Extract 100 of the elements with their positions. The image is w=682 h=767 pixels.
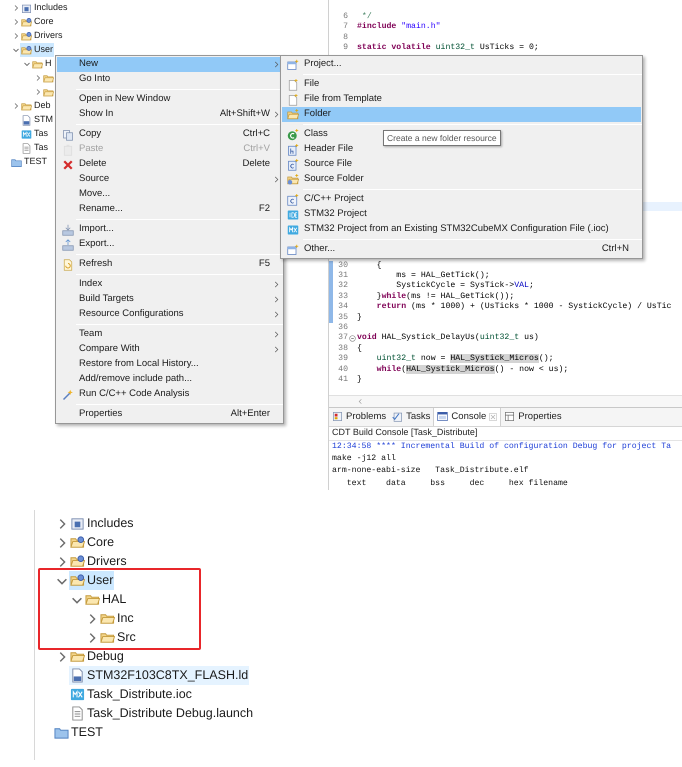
menu-item[interactable]: Header File (304, 142, 354, 157)
expand-chevron-icon[interactable] (12, 102, 20, 110)
code-line: { (357, 344, 362, 353)
folder-icon (43, 72, 54, 84)
tree-item[interactable]: Tas (34, 127, 48, 141)
menu-item[interactable]: Index (79, 277, 102, 292)
menu-item[interactable]: Add/remove include path... (79, 372, 192, 387)
tree-item[interactable]: TEST (71, 723, 103, 742)
menu-item[interactable]: Rename... (79, 202, 123, 217)
tree-item[interactable]: Deb (34, 99, 51, 113)
menu-item[interactable]: New (57, 57, 282, 72)
menu-item[interactable]: Run C/C++ Code Analysis (79, 387, 190, 402)
tree-item[interactable]: Inc (117, 609, 134, 628)
menu-item[interactable]: Copy (79, 127, 102, 142)
cpp-project-icon (287, 194, 299, 206)
menu-item[interactable]: Delete (79, 157, 106, 172)
document-icon (70, 706, 85, 721)
menu-item[interactable]: Build Targets (79, 292, 134, 307)
menu-item[interactable]: Open in New Window (79, 92, 170, 107)
line-number: 40 (337, 366, 348, 374)
fold-toggle-icon (349, 334, 356, 342)
menu-item[interactable]: Source Folder (304, 172, 364, 187)
menu-item[interactable]: C/C++ Project (304, 192, 364, 207)
menu-item[interactable]: Folder (282, 107, 641, 122)
source-folder-icon (70, 535, 85, 550)
class-icon (287, 128, 299, 140)
expand-chevron-icon[interactable] (12, 18, 20, 26)
source-folder-icon (21, 30, 32, 42)
horizontal-scrollbar[interactable] (329, 395, 682, 407)
view-tab[interactable]: Properties (501, 408, 565, 426)
collapse-chevron-icon[interactable] (12, 46, 20, 54)
tree-item[interactable]: Src (117, 628, 136, 647)
copy-icon (62, 128, 74, 140)
shortcut-label: Delete (242, 157, 270, 172)
code-line: } (357, 314, 362, 322)
menu-item[interactable]: Import... (79, 222, 114, 237)
tree-item[interactable]: Includes (87, 514, 134, 533)
menu-item[interactable]: Resource Configurations (79, 307, 184, 322)
magic-wand-icon (62, 388, 74, 400)
folder-icon (21, 100, 32, 112)
tree-item[interactable]: Drivers (34, 29, 62, 43)
view-tab[interactable]: Console (433, 408, 502, 426)
menu-item[interactable]: Move... (79, 187, 110, 202)
collapse-chevron-icon[interactable] (23, 60, 31, 68)
tree-item[interactable]: Task_Distribute.ioc (87, 685, 192, 704)
tree-item[interactable]: Drivers (87, 552, 127, 571)
menu-item[interactable]: Class (304, 127, 328, 142)
menu-item[interactable]: Source (79, 172, 110, 187)
delete-icon (62, 158, 74, 170)
menu-item[interactable]: Project... (304, 57, 342, 72)
tree-item[interactable]: HAL (102, 590, 126, 609)
menu-item[interactable]: Export... (79, 237, 114, 252)
tree-item[interactable]: Tas (34, 141, 48, 155)
new-file-icon (287, 78, 299, 90)
tree-item[interactable]: Debug (87, 647, 124, 666)
linker-file-icon (70, 668, 85, 683)
shortcut-label: Ctrl+N (600, 242, 629, 256)
problems-icon (332, 411, 343, 422)
export-icon (62, 238, 74, 250)
menu-item[interactable]: Refresh (79, 257, 112, 272)
menu-item[interactable]: STM32 Project (304, 207, 367, 222)
shortcut-label: F5 (258, 257, 270, 272)
new-project-icon (287, 58, 299, 70)
line-number: 32 (337, 282, 348, 291)
menu-item[interactable]: File (304, 77, 320, 92)
tree-item[interactable]: Core (34, 15, 54, 29)
menu-item[interactable]: STM32 Project from an Existing STM32CubeMX Configuration File (.ioc) (304, 222, 609, 237)
menu-item[interactable]: Properties (79, 407, 122, 422)
tree-item[interactable]: TEST (24, 155, 48, 169)
tree-item[interactable]: STM (34, 113, 53, 127)
menu-item[interactable]: Compare With (79, 342, 140, 357)
expand-chevron-icon[interactable] (34, 74, 42, 82)
tree-item[interactable]: Task_Distribute Debug.launch (87, 704, 254, 723)
menu-item[interactable]: Source File (304, 157, 352, 172)
view-tab[interactable]: Problems (329, 408, 390, 426)
view-tab[interactable]: Tasks (389, 408, 434, 426)
expand-chevron-icon[interactable] (12, 32, 20, 40)
menu-item[interactable]: File from Template (304, 92, 382, 107)
line-number: 8 (342, 34, 348, 42)
expand-chevron-icon[interactable] (12, 4, 20, 12)
menu-item[interactable]: Other... (304, 242, 336, 257)
tree-item[interactable]: H (45, 57, 52, 71)
line-number: 39 (337, 355, 348, 364)
tree-item[interactable]: Core (87, 533, 114, 552)
linker-file-icon (21, 114, 32, 126)
code-line: static volatile uint32_t UsTicks = 0; (357, 44, 539, 52)
menu-item[interactable]: Go Into (79, 72, 110, 87)
menu-item[interactable]: Team (79, 327, 102, 342)
tree-item[interactable]: Includes (34, 1, 68, 15)
includes-folder-icon (70, 516, 85, 531)
menu-item[interactable]: Show In (79, 107, 114, 122)
expand-chevron-icon[interactable] (34, 88, 42, 96)
folder-icon (43, 86, 54, 98)
shortcut-label: Alt+Enter (230, 407, 270, 422)
project-folder-icon (11, 156, 22, 168)
shortcut-label: F2 (258, 202, 270, 216)
source-folder-icon (287, 174, 299, 186)
code-line: void HAL_Systick_DelayUs(uint32_t us) (357, 334, 539, 343)
menu-item[interactable]: Restore from Local History... (79, 357, 199, 372)
code-line: }while(ms != HAL_GetTick()); (376, 292, 514, 302)
